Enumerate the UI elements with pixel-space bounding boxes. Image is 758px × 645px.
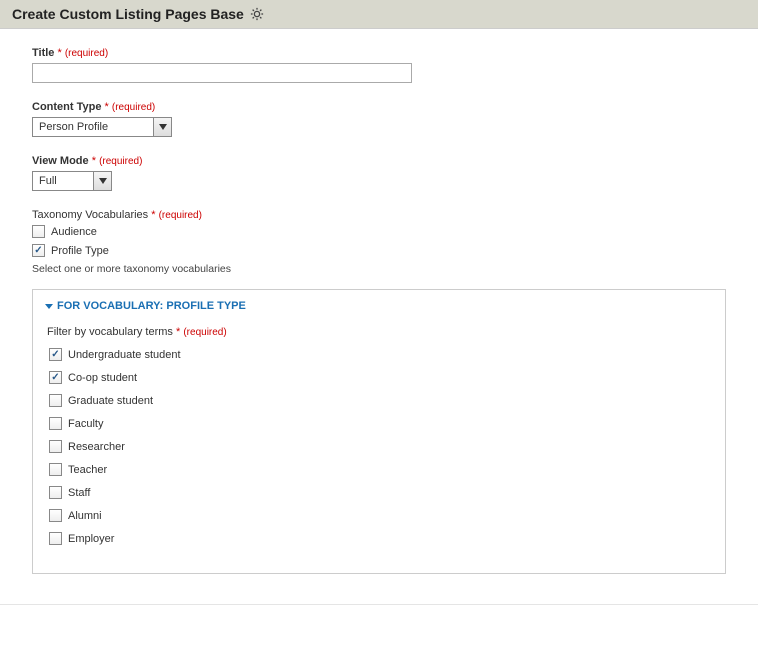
field-taxonomy: Taxonomy Vocabularies * (required) Audie…: [32, 209, 726, 275]
title-label-text: Title: [32, 47, 54, 59]
checkbox[interactable]: [49, 394, 62, 407]
term-row: Alumni: [47, 509, 711, 522]
required-asterisk: *: [176, 326, 180, 338]
term-label: Employer: [68, 533, 114, 545]
checkbox[interactable]: [49, 486, 62, 499]
content-type-select[interactable]: Person Profile: [32, 117, 172, 137]
term-label: Co-op student: [68, 372, 137, 384]
required-asterisk: *: [92, 155, 96, 167]
required-text: (required): [65, 48, 108, 59]
taxonomy-option: Profile Type: [32, 244, 726, 257]
field-view-mode: View Mode * (required) Full: [32, 155, 726, 191]
checkbox[interactable]: [32, 225, 45, 238]
filter-terms-label: Filter by vocabulary terms * (required): [47, 326, 711, 338]
term-row: Co-op student: [47, 371, 711, 384]
fieldset-profile-type: FOR VOCABULARY: PROFILE TYPE Filter by v…: [32, 289, 726, 574]
dropdown-button[interactable]: [153, 118, 171, 136]
term-label: Undergraduate student: [68, 349, 181, 361]
term-row: Graduate student: [47, 394, 711, 407]
term-row: Faculty: [47, 417, 711, 430]
taxonomy-label-text: Taxonomy Vocabularies: [32, 209, 148, 221]
term-row: Researcher: [47, 440, 711, 453]
content-type-value: Person Profile: [33, 118, 153, 136]
field-content-type: Content Type * (required) Person Profile: [32, 101, 726, 137]
taxonomy-option-label: Audience: [51, 226, 97, 238]
term-label: Researcher: [68, 441, 125, 453]
view-mode-value: Full: [33, 172, 93, 190]
checkbox[interactable]: [49, 532, 62, 545]
term-label: Staff: [68, 487, 90, 499]
required-text: (required): [99, 156, 142, 167]
required-asterisk: *: [57, 47, 61, 59]
chevron-down-icon: [159, 124, 167, 130]
checkbox[interactable]: [49, 440, 62, 453]
content-type-label-text: Content Type: [32, 101, 101, 113]
form-body: Title * (required) Content Type * (requi…: [0, 29, 758, 594]
field-title: Title * (required): [32, 47, 726, 83]
fieldset-toggle-header[interactable]: FOR VOCABULARY: PROFILE TYPE: [33, 290, 725, 320]
checkbox[interactable]: [49, 509, 62, 522]
page-header: Create Custom Listing Pages Base: [0, 0, 758, 29]
taxonomy-helper: Select one or more taxonomy vocabularies: [32, 263, 726, 275]
required-asterisk: *: [105, 101, 109, 113]
title-input[interactable]: [32, 63, 412, 83]
view-mode-label: View Mode * (required): [32, 155, 726, 167]
required-asterisk: *: [151, 209, 155, 221]
taxonomy-label: Taxonomy Vocabularies * (required): [32, 209, 726, 221]
taxonomy-option: Audience: [32, 225, 726, 238]
taxonomy-option-label: Profile Type: [51, 245, 109, 257]
view-mode-label-text: View Mode: [32, 155, 89, 167]
required-text: (required): [183, 327, 226, 338]
term-row: Employer: [47, 532, 711, 545]
title-label: Title * (required): [32, 47, 726, 59]
checkbox[interactable]: [49, 348, 62, 361]
term-label: Teacher: [68, 464, 107, 476]
chevron-down-icon: [99, 178, 107, 184]
term-row: Teacher: [47, 463, 711, 476]
term-row: Staff: [47, 486, 711, 499]
footer-divider: [0, 604, 758, 605]
fieldset-body: Filter by vocabulary terms * (required) …: [33, 326, 725, 573]
required-text: (required): [159, 210, 202, 221]
content-type-label: Content Type * (required): [32, 101, 726, 113]
term-row: Undergraduate student: [47, 348, 711, 361]
checkbox[interactable]: [32, 244, 45, 257]
term-label: Faculty: [68, 418, 103, 430]
collapse-down-icon: [45, 304, 53, 309]
checkbox[interactable]: [49, 371, 62, 384]
checkbox[interactable]: [49, 417, 62, 430]
term-label: Graduate student: [68, 395, 153, 407]
page-title: Create Custom Listing Pages Base: [12, 6, 244, 22]
checkbox[interactable]: [49, 463, 62, 476]
required-text: (required): [112, 102, 155, 113]
view-mode-select[interactable]: Full: [32, 171, 112, 191]
term-label: Alumni: [68, 510, 102, 522]
gear-icon[interactable]: [250, 7, 264, 21]
dropdown-button[interactable]: [93, 172, 111, 190]
filter-terms-label-text: Filter by vocabulary terms: [47, 326, 173, 338]
fieldset-title: FOR VOCABULARY: PROFILE TYPE: [57, 300, 246, 312]
